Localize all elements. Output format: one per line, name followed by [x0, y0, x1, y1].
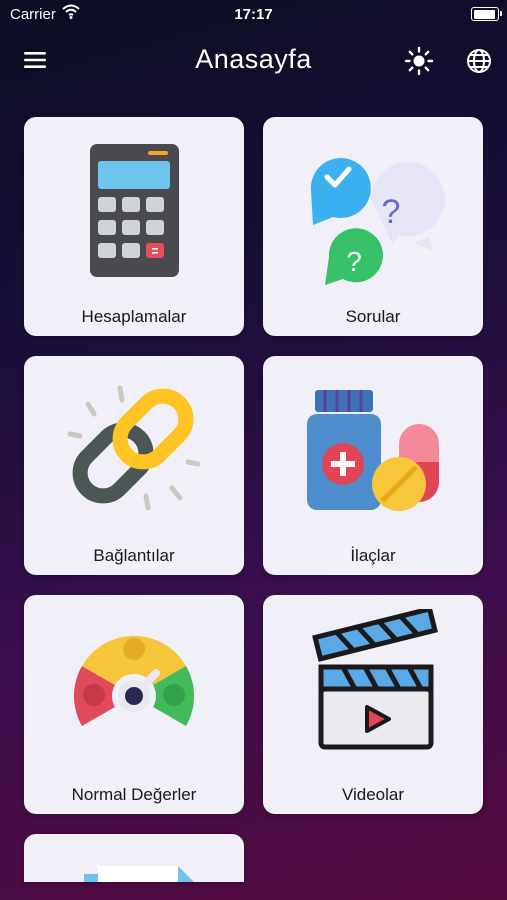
calculator-icon — [90, 144, 179, 277]
clapperboard-icon — [312, 609, 438, 750]
svg-text:?: ? — [382, 193, 401, 231]
card-label: Sorular — [345, 307, 401, 326]
question-bubbles-icon: ? ? — [310, 158, 445, 285]
card-normal-degerler[interactable]: Normal Değerler — [24, 595, 244, 814]
sun-icon[interactable] — [404, 46, 434, 76]
card-label: Hesaplamalar — [81, 307, 187, 326]
svg-text:?: ? — [346, 246, 362, 277]
globe-icon[interactable] — [464, 46, 494, 76]
card-sorular[interactable]: ? ? Sorular — [263, 117, 483, 336]
card-label: Videolar — [341, 785, 405, 804]
card-baglantilar[interactable]: Bağlantılar — [24, 356, 244, 575]
status-bar: Carrier 17:17 — [0, 0, 507, 30]
card-videolar[interactable]: Videolar — [263, 595, 483, 814]
card-partial[interactable] — [24, 834, 244, 882]
battery-icon — [471, 7, 502, 21]
card-label: İlaçlar — [350, 546, 396, 565]
card-label: Bağlantılar — [93, 546, 175, 565]
chain-link-icon — [67, 385, 201, 511]
clock: 17:17 — [234, 6, 273, 23]
gauge-icon — [73, 635, 195, 726]
app-bar: Anasayfa — [0, 38, 507, 84]
card-ilaclar[interactable]: İlaçlar — [263, 356, 483, 575]
card-label: Normal Değerler — [71, 785, 197, 804]
card-hesaplamalar[interactable]: Hesaplamalar — [24, 117, 244, 336]
medicine-icon — [307, 390, 439, 511]
document-icon — [84, 866, 194, 882]
